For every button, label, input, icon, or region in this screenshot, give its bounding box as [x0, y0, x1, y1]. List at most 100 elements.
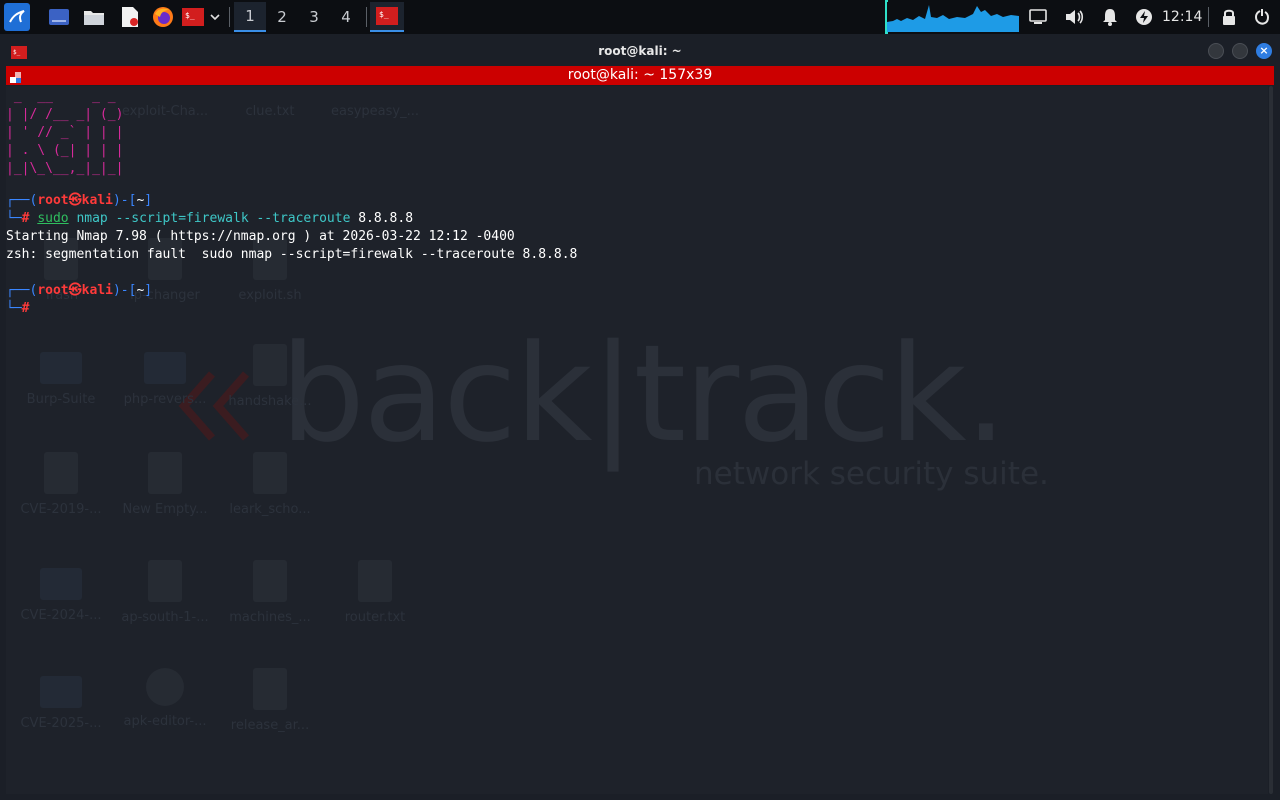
display-settings-button[interactable]: [1027, 5, 1049, 29]
terminal-scrollbar[interactable]: [1268, 86, 1274, 794]
output-line: zsh: segmentation fault sudo nmap --scri…: [6, 247, 578, 262]
wallpaper-logo: back|track.: [280, 316, 1007, 472]
file-icon: [44, 452, 78, 494]
show-desktop-button[interactable]: [48, 5, 70, 29]
ascii-art-line: | . \ (_| | | |: [6, 143, 124, 158]
prompt-bracket: )-[: [112, 283, 137, 298]
close-button[interactable]: ×: [1256, 43, 1272, 59]
folder-icon: [40, 352, 82, 384]
desktop-icon: [49, 9, 69, 25]
file-icon: [358, 560, 392, 602]
panel-separator: [229, 7, 230, 27]
top-panel: $_ 1 2 3 4 $_ 12:14: [0, 0, 1280, 34]
kali-dragon-icon: [9, 10, 25, 23]
prompt-user: root: [37, 193, 69, 208]
panel-clock[interactable]: 12:14: [1162, 0, 1202, 34]
file-icon: [253, 452, 287, 494]
ascii-art-line: | |/ /__ _| (_): [6, 107, 124, 122]
prompt-bracket: ]: [144, 283, 153, 298]
maximize-button[interactable]: [1232, 43, 1248, 59]
window-titlebar[interactable]: $_ root@kali: ~ ×: [0, 36, 1280, 66]
workspace-label: 1: [245, 7, 255, 25]
lock-screen-button[interactable]: [1218, 5, 1240, 29]
folder-icon: [40, 568, 82, 600]
workspace-label: 2: [277, 8, 287, 26]
terminal-tab[interactable]: root@kali: ~ 157x39: [6, 66, 1274, 85]
speaker-icon: [1066, 10, 1084, 24]
workspace-label: 4: [341, 8, 351, 26]
command-line[interactable]: └─#: [6, 300, 29, 318]
file-icon: [253, 560, 287, 602]
desktop-icon-item: machines_...: [215, 560, 325, 625]
desktop-icon-item: exploit-Cha...: [121, 104, 209, 119]
folder-icon: [144, 352, 186, 384]
file-manager-button[interactable]: [83, 5, 105, 29]
desktop-icon-item: php-revers...: [110, 344, 220, 407]
prompt-corner: └─: [6, 301, 22, 316]
network-graph: [887, 2, 1019, 32]
window-title: root@kali: ~: [598, 44, 682, 58]
chevron-down-icon: [210, 14, 220, 21]
prompt-corner: ┌──(: [6, 283, 38, 298]
minimize-button[interactable]: [1208, 43, 1224, 59]
prompt-line: ┌──(root㉿kali)-[~]: [6, 192, 152, 210]
prompt-symbol: #: [21, 211, 30, 226]
ascii-art-line: |_|\_\__,_|_|_|: [6, 161, 124, 176]
terminal-launcher-button[interactable]: $_: [182, 5, 204, 29]
folder-icon: [40, 676, 82, 708]
prompt-bracket: ]: [144, 193, 153, 208]
power-manager-button[interactable]: [1133, 5, 1155, 29]
taskbar-terminal-window[interactable]: $_: [370, 2, 404, 32]
workspace-2[interactable]: 2: [266, 2, 298, 32]
text-editor-icon: [122, 7, 138, 27]
terminal-icon: $_: [182, 8, 204, 26]
monitor-icon: [1029, 9, 1047, 24]
desktop-icon-item: apk-editor-...: [110, 668, 220, 729]
command-args: --script=firewalk --traceroute: [115, 211, 351, 226]
panel-separator: [1208, 7, 1209, 27]
desktop-icon-item: release_ar...: [215, 668, 325, 733]
prompt-corner: └─: [6, 211, 22, 226]
file-icon: [253, 344, 287, 386]
prompt-bracket: )-[: [112, 193, 137, 208]
kali-menu-button[interactable]: [4, 3, 30, 31]
firefox-button[interactable]: [152, 5, 174, 29]
volume-button[interactable]: [1063, 5, 1085, 29]
wallpaper-tagline: network security suite.: [694, 456, 1049, 492]
scrollbar-thumb[interactable]: [1269, 86, 1273, 794]
workspace-3[interactable]: 3: [298, 2, 330, 32]
file-icon: [148, 452, 182, 494]
lightning-icon: [1136, 9, 1152, 25]
prompt-corner: ┌──(: [6, 193, 38, 208]
prompt-at: ㉿: [68, 283, 82, 298]
desktop-icon-item: ap-south-1-...: [110, 560, 220, 625]
desktop-icon-item: CVE-2025-...: [6, 668, 116, 731]
text-editor-button[interactable]: [119, 5, 141, 29]
desktop-icon-item: Burp-Suite: [6, 344, 116, 407]
workspace-4[interactable]: 4: [330, 2, 362, 32]
command-target: 8.8.8.8: [358, 211, 414, 226]
folder-icon: [84, 11, 104, 25]
tab-title: root@kali: ~ 157x39: [567, 67, 713, 83]
power-icon: [1254, 9, 1269, 25]
bell-icon: [1103, 9, 1117, 26]
svg-text:$_: $_: [379, 10, 389, 19]
logout-button[interactable]: [1251, 5, 1273, 29]
desktop-icon-item: CVE-2019-...: [6, 452, 116, 517]
terminal-icon: $_: [376, 7, 398, 25]
close-icon: ×: [1259, 44, 1269, 57]
terminal-output-area[interactable]: back|track. network security suite. expl…: [6, 86, 1268, 794]
workspace-1[interactable]: 1: [234, 2, 266, 32]
command-line: └─# sudo nmap --script=firewalk --tracer…: [6, 210, 413, 228]
launcher-dropdown-button[interactable]: [208, 5, 222, 29]
command-sudo: sudo: [37, 211, 69, 226]
prompt-symbol: #: [21, 301, 30, 316]
firefox-icon: [153, 7, 173, 27]
desktop-icon-item: CVE-2024-...: [6, 560, 116, 623]
workspace-label: 3: [309, 8, 319, 26]
prompt-line: ┌──(root㉿kali)-[~]: [6, 282, 152, 300]
notifications-button[interactable]: [1099, 5, 1121, 29]
command-program: nmap: [76, 211, 108, 226]
desktop-icon-item: clue.txt: [245, 104, 295, 119]
desktop-icon-item: handshake...: [215, 344, 325, 409]
